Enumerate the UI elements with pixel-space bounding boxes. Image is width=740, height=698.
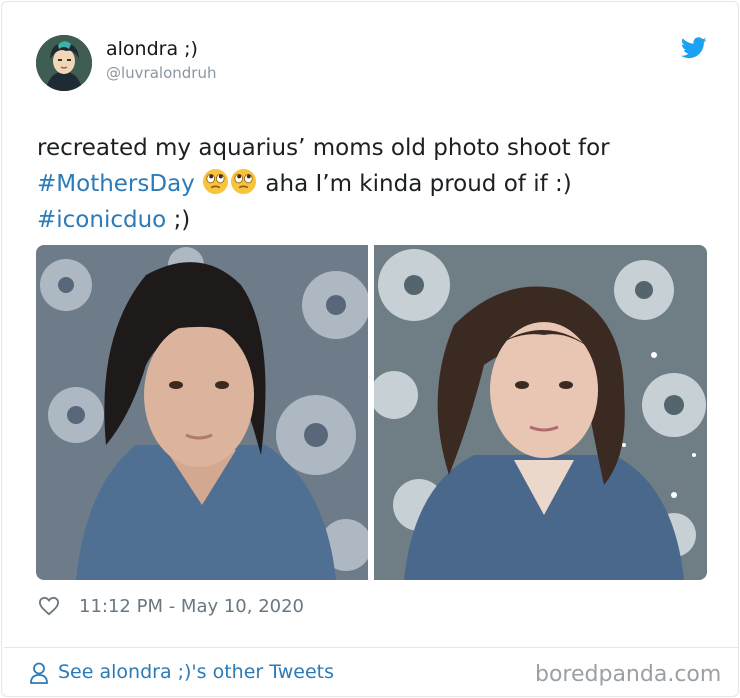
heart-icon[interactable] — [38, 596, 60, 616]
eyes-rolling-emoji-icon — [231, 168, 257, 195]
author-name[interactable]: alondra ;) — [106, 38, 198, 60]
eyes-rolling-emoji-icon — [203, 168, 229, 195]
tweet-card: alondra ;) @luvralondruh recreated my aq… — [1, 1, 739, 697]
tweet-line-2-text: aha I’m kinda proud of if :) — [265, 171, 572, 197]
avatar[interactable] — [36, 35, 92, 91]
tweet-line-2: #MothersDay aha I’m kinda proud of if :) — [37, 166, 717, 202]
hashtag-mothersday[interactable]: #MothersDay — [37, 171, 195, 197]
tweet-line-3: #iconicduo ;) — [37, 202, 717, 238]
tweet-line-3-text: ;) — [173, 207, 191, 233]
tweet-line-1: recreated my aquarius’ moms old photo sh… — [37, 135, 610, 161]
tweet-text: recreated my aquarius’ moms old photo sh… — [37, 130, 717, 238]
twitter-bird-icon[interactable] — [681, 37, 707, 59]
tweet-timestamp[interactable]: 11:12 PM - May 10, 2020 — [79, 596, 304, 617]
photo-mom-original[interactable] — [36, 245, 368, 580]
person-icon[interactable] — [29, 662, 49, 684]
see-other-tweets-link[interactable]: See alondra ;)'s other Tweets — [58, 661, 334, 683]
watermark: boredpanda.com — [535, 662, 722, 687]
photo-recreation[interactable] — [374, 245, 707, 580]
author-handle[interactable]: @luvralondruh — [106, 64, 216, 82]
hashtag-iconicduo[interactable]: #iconicduo — [37, 207, 166, 233]
divider — [4, 647, 738, 648]
